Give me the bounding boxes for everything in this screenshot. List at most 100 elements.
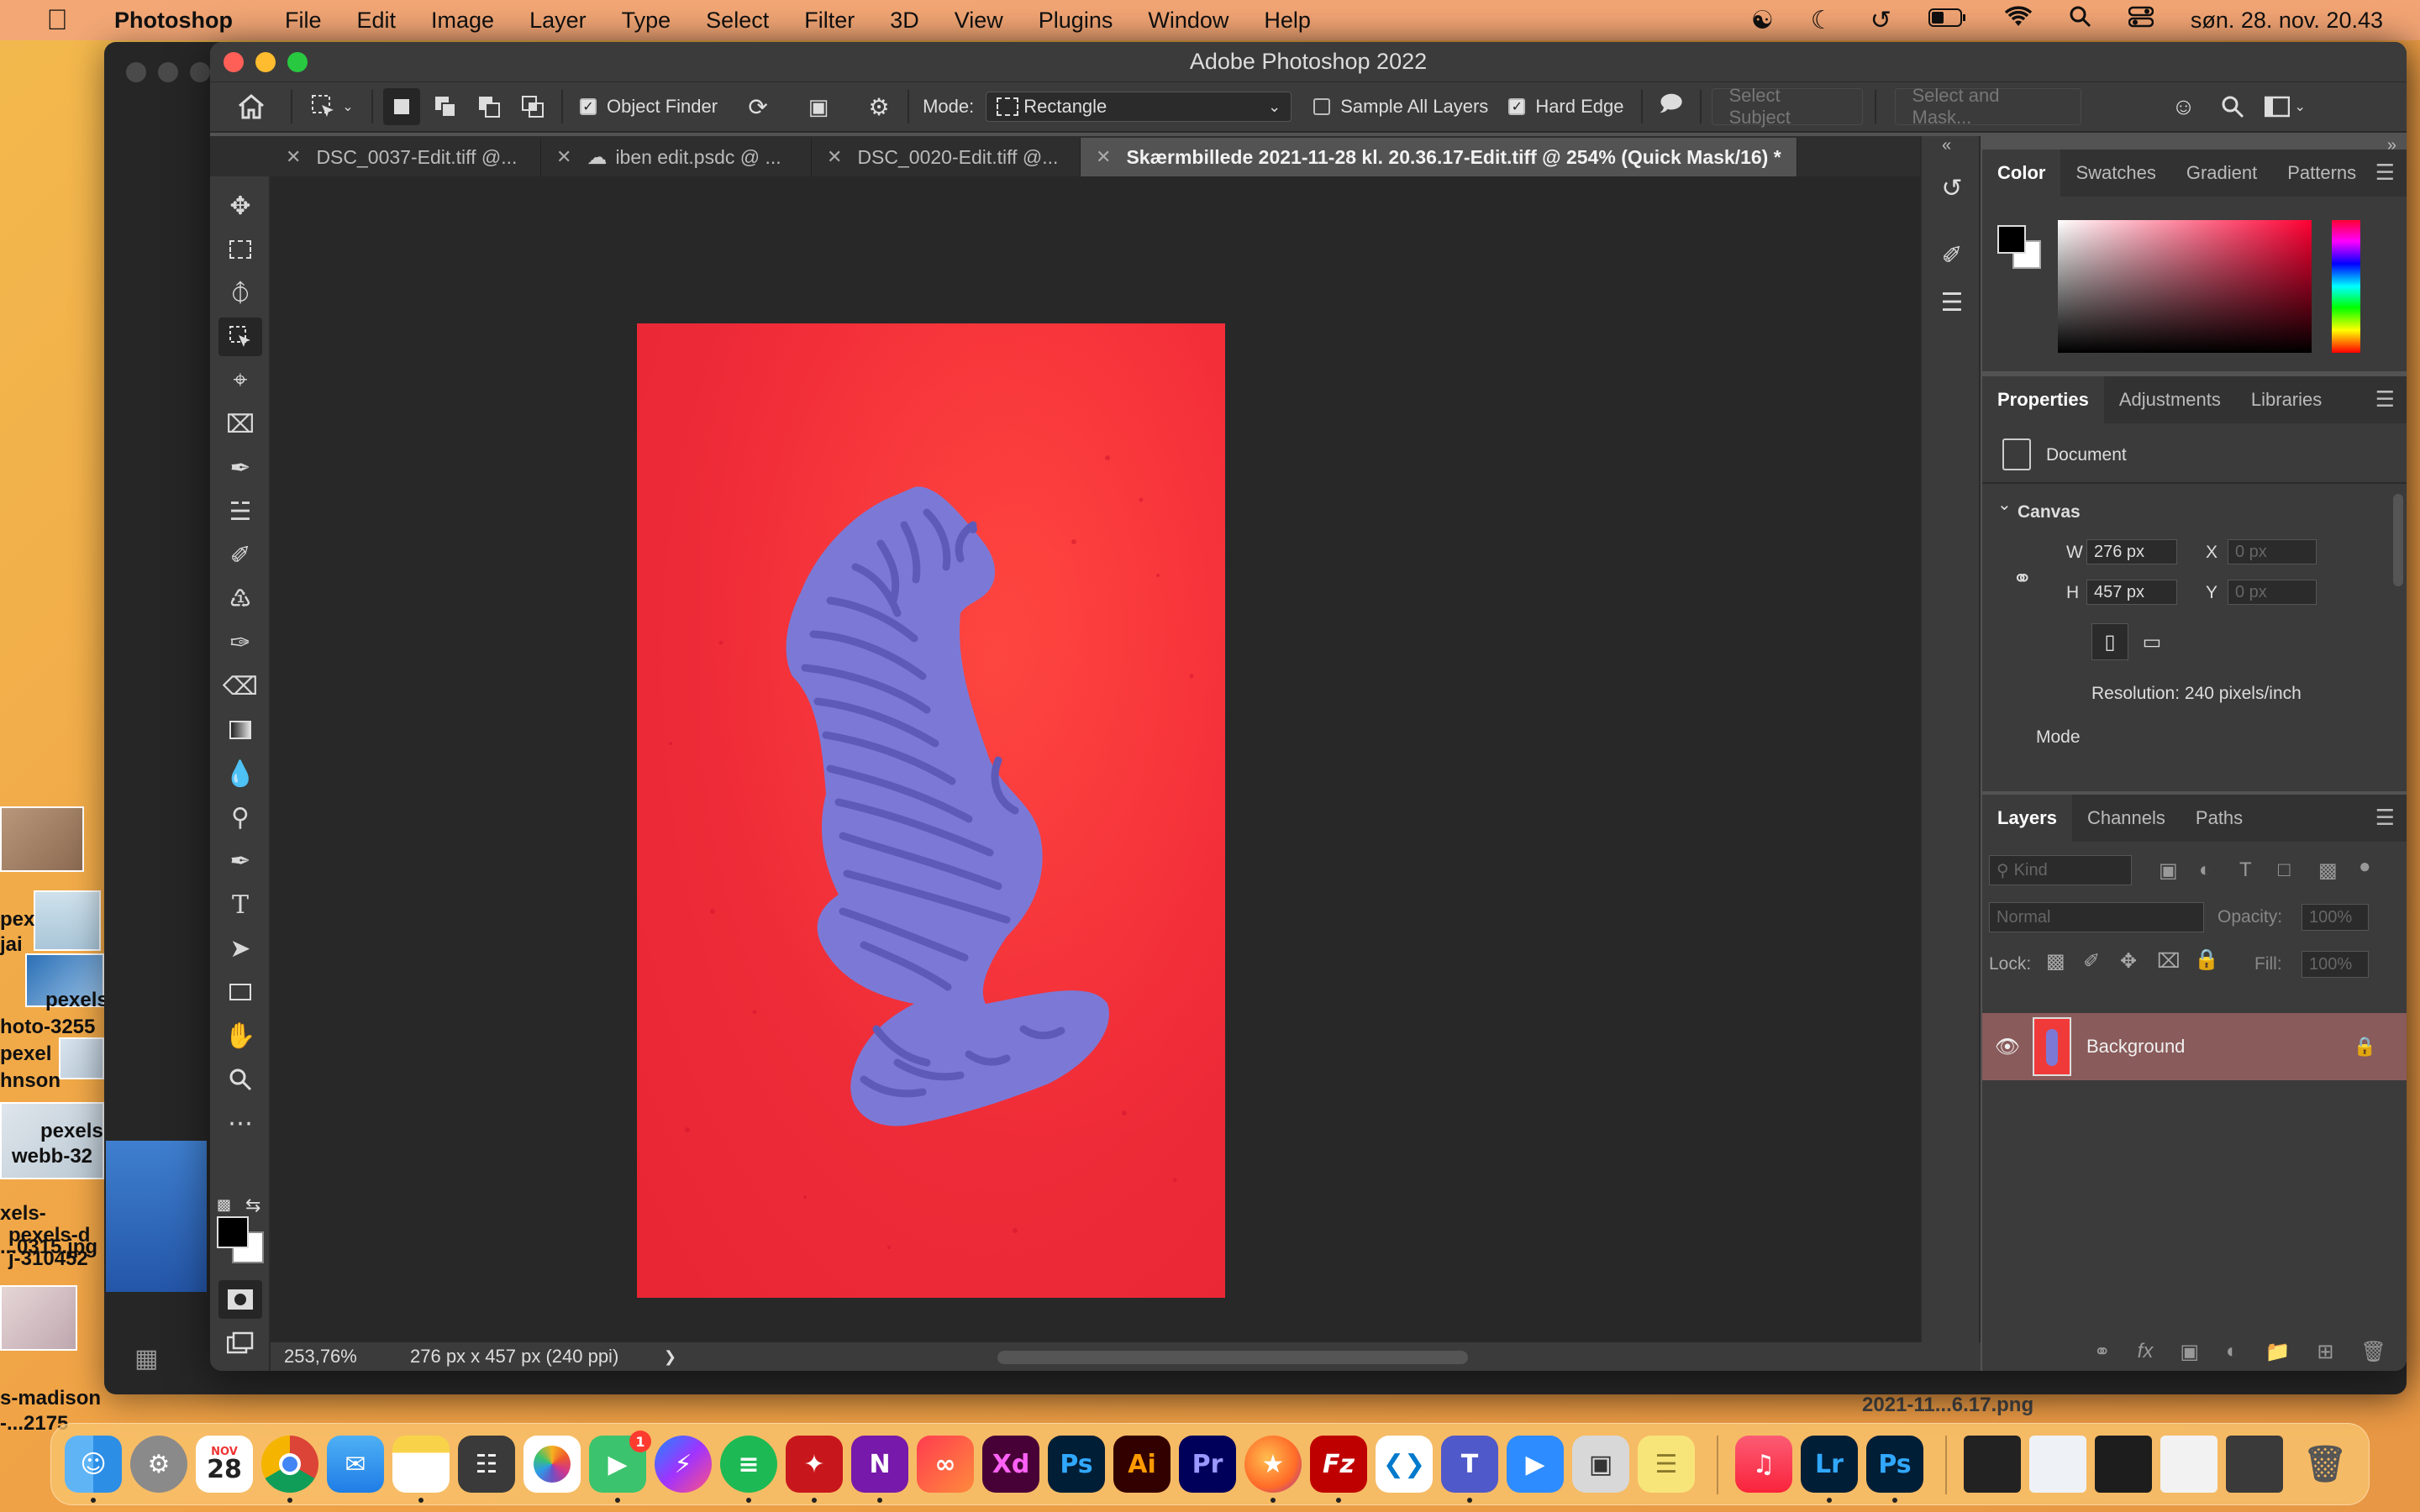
zoom-tool[interactable] [218,1060,262,1099]
minimized-window-thumbnail[interactable] [2226,1436,2283,1493]
menu-edit[interactable]: Edit [357,8,397,34]
apple-icon[interactable]:  [34,4,81,37]
layer-kind-filter[interactable]: ⚲ Kind [1989,855,2132,885]
teams-icon[interactable]: T [1441,1436,1498,1493]
visibility-eye-icon[interactable]: 👁 [1982,1035,2033,1059]
desktop-thumbnail[interactable] [0,806,84,872]
fill-input[interactable]: 100% [2302,951,2369,978]
settings-button[interactable]: ⚙ [860,88,897,125]
intersect-selection-button[interactable] [514,88,551,125]
select-and-mask-button[interactable]: Select and Mask... [1894,85,2081,128]
desktop-file-label[interactable]: hoto-3255 [0,1016,95,1038]
zoom-window-button[interactable] [287,52,308,72]
mode-select[interactable]: Rectangle ⌄ [986,92,1292,122]
lock-transparency-icon[interactable]: ▩ [2046,949,2065,974]
creative-cloud-icon[interactable]: ∞ [917,1436,974,1493]
marquee-tool[interactable] [218,230,262,269]
time-machine-icon[interactable]: ↺ [1870,6,1891,35]
opacity-input[interactable]: 100% [2302,904,2369,931]
type-layer-filter-icon[interactable]: T [2239,858,2252,882]
lightroom-icon[interactable]: Lr [1801,1436,1858,1493]
trash-icon[interactable]: 🗑 [2296,1436,2354,1493]
history-panel-button[interactable]: ↺ [1933,170,1970,207]
zoom-level[interactable]: 253,76% [284,1346,410,1368]
window-button-inactive[interactable] [158,62,178,82]
lock-artboard-icon[interactable]: ⌧ [2157,949,2181,974]
notes-icon[interactable] [392,1436,450,1493]
vscode-icon[interactable]: ❮❯ [1376,1436,1433,1493]
preview-icon[interactable]: ▣ [1572,1436,1629,1493]
desktop-file-label[interactable]: jai [0,933,23,956]
brush-tool[interactable]: ✐ [218,536,262,575]
acrobat-icon[interactable]: ✦ [786,1436,843,1493]
document-tab[interactable]: ✕ DSC_0020-Edit.tiff @... [812,138,1081,176]
eyedropper-tool[interactable]: ✒ [218,449,262,487]
eraser-tool[interactable]: ⌫ [218,667,262,706]
adjustment-layer-icon[interactable]: ◐ [2226,1340,2238,1363]
brush-settings-button[interactable]: ✐ [1933,237,1970,274]
menu-image[interactable]: Image [431,8,494,34]
document-tab[interactable]: ✕ ☁ iben edit.psdc @ ... [541,138,812,176]
gradient-tool[interactable] [218,711,262,749]
horizontal-scrollbar[interactable] [997,1351,1468,1364]
quick-mask-button[interactable] [218,1280,262,1319]
battery-icon[interactable] [1928,6,1967,34]
rectangle-tool[interactable] [218,973,262,1011]
dodge-tool[interactable]: ⚲ [218,798,262,837]
premiere-pro-icon[interactable]: Pr [1179,1436,1236,1493]
minimize-window-button[interactable] [255,52,276,72]
onenote-icon[interactable]: N [851,1436,908,1493]
menu-3d[interactable]: 3D [890,8,919,34]
sample-all-layers-checkbox[interactable] [1313,98,1331,115]
tab-libraries[interactable]: Libraries [2236,376,2337,423]
collapse-panels-icon[interactable]: « [1942,136,1951,155]
clone-stamp-tool[interactable]: ♳ [218,580,262,618]
fx-icon[interactable]: fx [2138,1340,2154,1363]
adjustment-layer-filter-icon[interactable]: ◐ [2199,858,2212,882]
trash-icon[interactable]: 🗑 [2361,1340,2386,1364]
desktop-file-label[interactable]: pexels [40,1120,103,1142]
frame-tool[interactable]: ⌧ [218,405,262,444]
status-menu-arrow[interactable]: ❯ [664,1348,676,1366]
desktop-thumbnail[interactable] [34,890,101,951]
close-tab-icon[interactable]: ✕ [556,146,571,168]
close-tab-icon[interactable]: ✕ [286,146,301,168]
layer-name[interactable]: Background [2086,1036,2185,1058]
shape-layer-filter-icon[interactable]: □ [2278,858,2291,882]
blur-tool[interactable]: 💧 [218,754,262,793]
object-selection-tool[interactable] [218,318,262,356]
path-selection-tool[interactable]: ➤ [218,929,262,968]
filezilla-icon[interactable]: Fz [1310,1436,1367,1493]
home-button[interactable] [222,88,281,125]
refresh-button[interactable]: ⟳ [739,88,776,125]
panel-menu-icon[interactable]: ☰ [2375,805,2395,831]
crop-tool[interactable]: ⌖ [218,361,262,400]
minimized-window-thumbnail[interactable] [2029,1436,2086,1493]
show-all-objects-button[interactable]: ▣ [800,88,837,125]
close-window-button[interactable] [224,52,244,72]
color-field[interactable] [2058,220,2312,353]
minimized-window-thumbnail[interactable] [1964,1436,2021,1493]
new-group-icon[interactable]: 📁 [2265,1340,2291,1364]
panel-scrollbar[interactable] [2393,494,2403,586]
lock-position-icon[interactable]: ✥ [2120,949,2137,974]
music-icon[interactable]: ♫ [1735,1436,1792,1493]
move-tool[interactable]: ✥ [218,186,262,225]
search-button[interactable] [2214,88,2251,125]
menu-select[interactable]: Select [706,8,769,34]
pen-tool[interactable]: ✒ [218,842,262,880]
document-info[interactable]: 276 px x 457 px (240 ppi) [410,1346,664,1368]
object-finder-checkbox[interactable]: ✓ [580,98,597,115]
pixel-layer-filter-icon[interactable]: ▣ [2159,858,2178,883]
blend-mode-select[interactable]: Normal [1989,902,2204,932]
messenger-icon[interactable]: ⚡ [655,1436,712,1493]
document-tab[interactable]: ✕ DSC_0037-Edit.tiff @... [271,138,541,176]
foreground-color-swatch[interactable] [217,1216,249,1248]
type-tool[interactable]: T [218,885,262,924]
illustrator-icon[interactable]: Ai [1113,1436,1171,1493]
canvas-area[interactable] [271,176,1958,1371]
tab-paths[interactable]: Paths [2181,795,2258,842]
photoshop-icon[interactable]: Ps [1866,1436,1923,1493]
menu-layer[interactable]: Layer [529,8,587,34]
swap-colors-icon[interactable]: ⇆ [245,1194,260,1216]
